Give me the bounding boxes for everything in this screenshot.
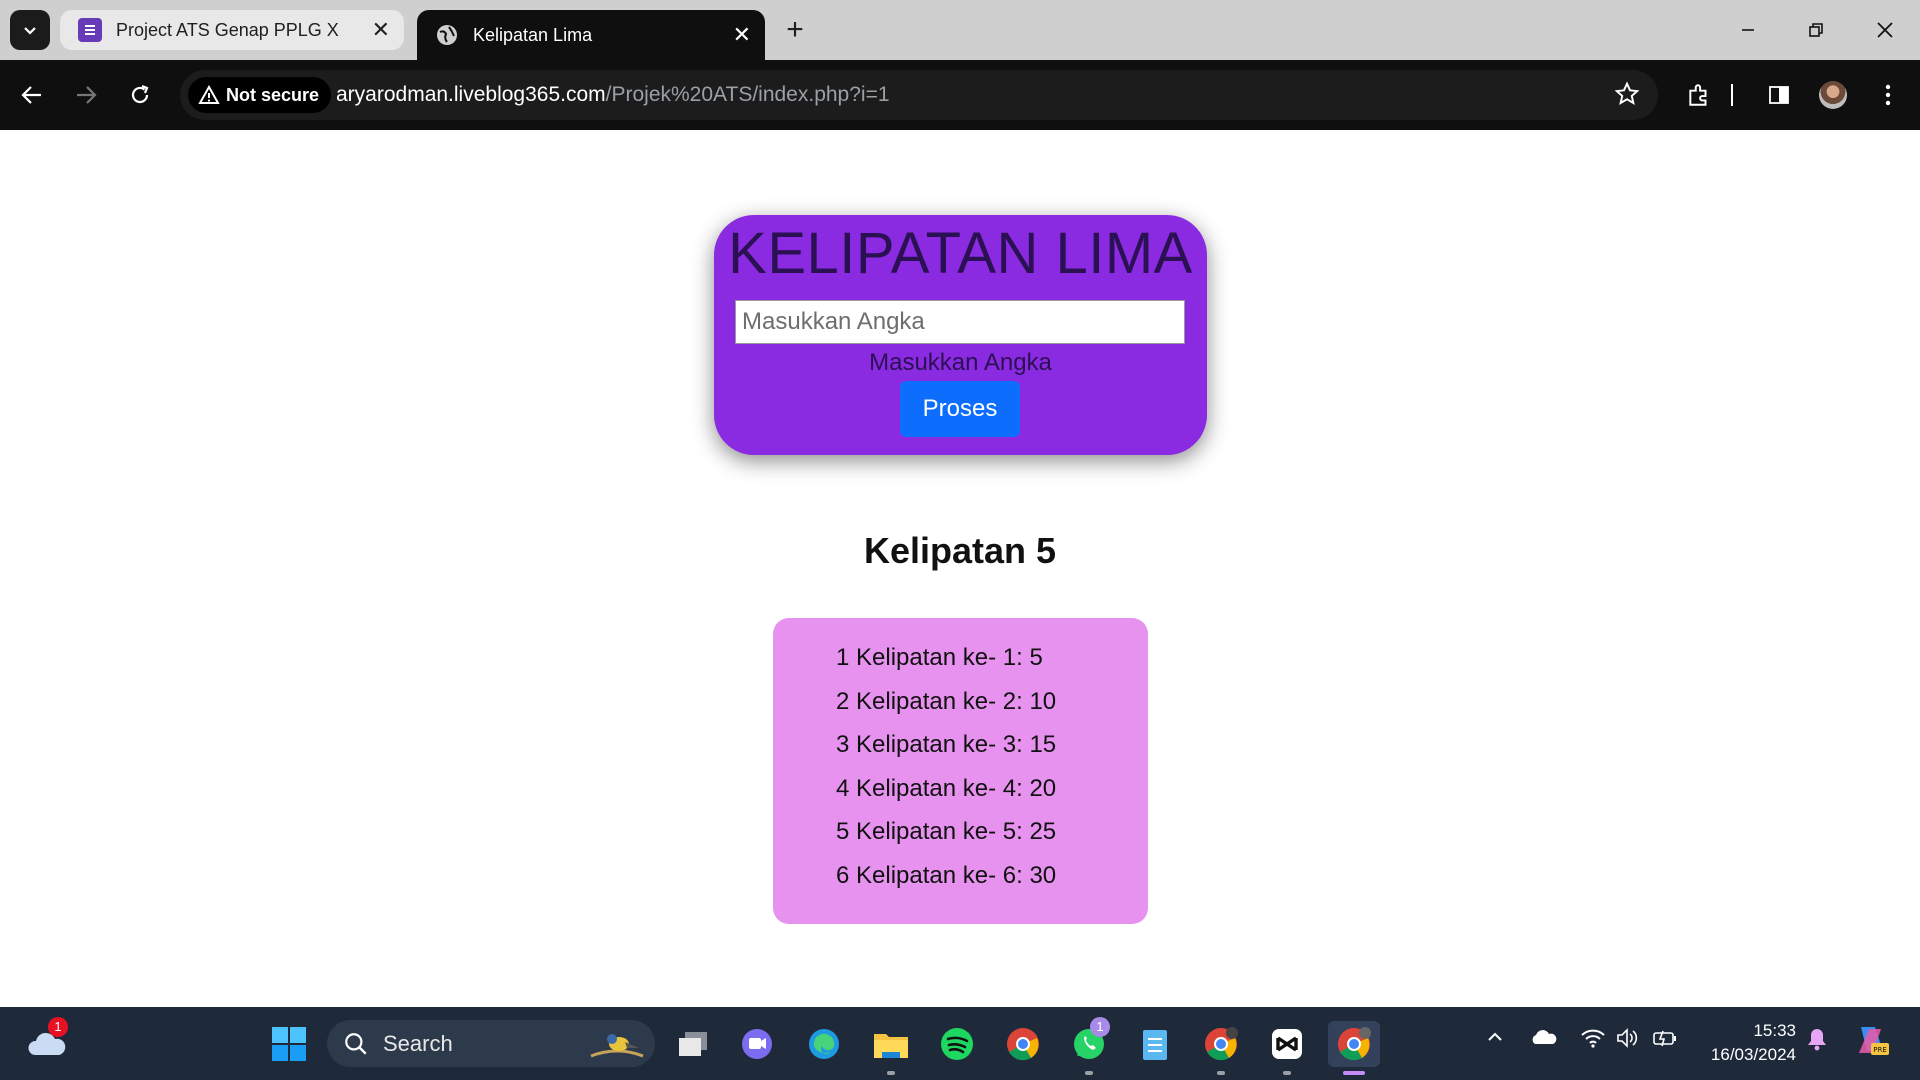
reload-icon	[131, 84, 149, 104]
wifi-icon[interactable]	[1580, 1027, 1606, 1054]
onedrive-icon[interactable]	[1530, 1027, 1558, 1052]
copilot-icon[interactable]: PRE	[1853, 1021, 1891, 1064]
arrow-left-icon	[21, 86, 41, 104]
tab-title: Kelipatan Lima	[473, 24, 593, 45]
forward-button[interactable]	[66, 75, 106, 115]
list-item: 4 Kelipatan ke- 4: 20	[836, 774, 1057, 802]
result-heading: Kelipatan 5	[863, 530, 1057, 571]
arrow-right-icon	[77, 86, 97, 104]
toolbar-divider	[1727, 80, 1737, 110]
tab-strip: Project ATS Genap PPLG X ✕ Kelipatan Lim…	[0, 0, 1920, 60]
chrome-profile-icon[interactable]	[1198, 1021, 1244, 1075]
url-text[interactable]: aryarodman.liveblog365.com/Projek%20ATS/…	[336, 70, 890, 120]
minimize-button[interactable]	[1718, 10, 1778, 50]
restore-button[interactable]	[1786, 10, 1846, 50]
profile-avatar[interactable]	[1818, 80, 1848, 110]
extensions-icon[interactable]	[1684, 80, 1714, 110]
edge-icon[interactable]	[801, 1021, 847, 1067]
close-window-button[interactable]	[1855, 10, 1915, 50]
list-item: 2 Kelipatan ke- 2: 10	[836, 687, 1057, 715]
page-title: KELIPATAN LIMA	[728, 221, 1193, 286]
show-hidden-icons-chevron-icon[interactable]	[1485, 1027, 1505, 1052]
plus-icon: +	[786, 13, 804, 46]
input-hint: Masukkan Angka	[869, 349, 1052, 376]
security-label: Not secure	[226, 84, 320, 105]
whatsapp-icon[interactable]: 1	[1066, 1017, 1112, 1075]
notification-badge: 1	[1090, 1017, 1110, 1037]
notepad-icon[interactable]	[1132, 1021, 1178, 1067]
url-host: aryarodman.liveblog365.com	[336, 83, 606, 106]
close-tab-icon[interactable]: ✕	[733, 24, 751, 46]
notification-badge: 1	[48, 1017, 68, 1037]
file-explorer-icon[interactable]	[868, 1021, 914, 1075]
tab-title: Project ATS Genap PPLG X	[116, 19, 339, 40]
notification-bell-icon[interactable]	[1806, 1027, 1828, 1056]
chevron-down-icon	[24, 27, 36, 35]
windows-icon	[272, 1027, 306, 1061]
search-icon	[345, 1032, 367, 1055]
page-content: KELIPATAN LIMA Masukkan Angka Proses Kel…	[0, 130, 1920, 1007]
list-item: 5 Kelipatan ke- 5: 25	[836, 818, 1057, 845]
reload-button[interactable]	[120, 75, 160, 115]
result-box: 1 Kelipatan ke- 1: 5 2 Kelipatan ke- 2: …	[773, 618, 1148, 924]
browser-toolbar: Not secure aryarodman.liveblog365.com/Pr…	[0, 60, 1920, 130]
weather-widget[interactable]: 1	[24, 1017, 70, 1067]
tab-project-ats[interactable]: Project ATS Genap PPLG X ✕	[60, 10, 404, 50]
volume-icon[interactable]	[1616, 1027, 1640, 1054]
capcut-icon[interactable]	[1264, 1021, 1310, 1075]
minimize-icon	[1742, 29, 1754, 31]
warning-icon	[198, 85, 220, 104]
back-button[interactable]	[12, 75, 52, 115]
task-view-icon[interactable]	[670, 1021, 716, 1067]
taskbar: 1 Search 1 15:33 16/03/2024 PRE	[0, 1007, 1920, 1080]
battery-icon[interactable]	[1652, 1027, 1678, 1054]
chrome-icon[interactable]	[1000, 1021, 1046, 1067]
tab-kelipatan-lima[interactable]: Kelipatan Lima ✕	[417, 10, 765, 60]
svg-text:PRE: PRE	[1873, 1046, 1887, 1054]
security-indicator[interactable]: Not secure	[188, 77, 332, 113]
result-list: 1 Kelipatan ke- 1: 5 2 Kelipatan ke- 2: …	[773, 618, 1148, 897]
clock-time: 15:33	[1753, 1021, 1796, 1040]
close-tab-icon[interactable]: ✕	[372, 19, 390, 41]
browser-menu-icon[interactable]	[1873, 80, 1903, 110]
number-input[interactable]	[735, 300, 1185, 344]
input-card: KELIPATAN LIMA Masukkan Angka Proses	[714, 215, 1207, 455]
taskbar-search[interactable]: Search	[327, 1020, 655, 1067]
teams-chat-icon[interactable]	[734, 1021, 780, 1067]
list-item: 6 Kelipatan ke- 6: 30	[836, 861, 1057, 889]
spotify-icon[interactable]	[934, 1021, 980, 1067]
chrome-active-icon[interactable]	[1328, 1021, 1380, 1075]
list-item: 1 Kelipatan ke- 1: 5	[836, 644, 1043, 671]
clock[interactable]: 15:33 16/03/2024	[1711, 1019, 1796, 1067]
tab-search-button[interactable]	[10, 10, 50, 50]
clock-date: 16/03/2024	[1710, 1045, 1796, 1064]
side-panel-icon[interactable]	[1764, 80, 1794, 110]
google-forms-icon	[78, 18, 102, 42]
search-highlight-bird-icon	[590, 1033, 644, 1057]
restore-icon	[1809, 23, 1823, 37]
globe-icon	[435, 23, 459, 47]
list-item: 3 Kelipatan ke- 3: 15	[836, 731, 1057, 758]
start-button[interactable]	[266, 1021, 312, 1067]
search-label: Search	[383, 1030, 453, 1056]
proses-button[interactable]: Proses	[900, 381, 1020, 437]
address-bar[interactable]: Not secure aryarodman.liveblog365.com/Pr…	[180, 70, 1658, 120]
bookmark-star-icon[interactable]	[1614, 81, 1640, 112]
new-tab-button[interactable]: +	[775, 12, 815, 48]
url-path: /Projek%20ATS/index.php?i=1	[605, 83, 890, 106]
close-icon	[1877, 22, 1893, 38]
